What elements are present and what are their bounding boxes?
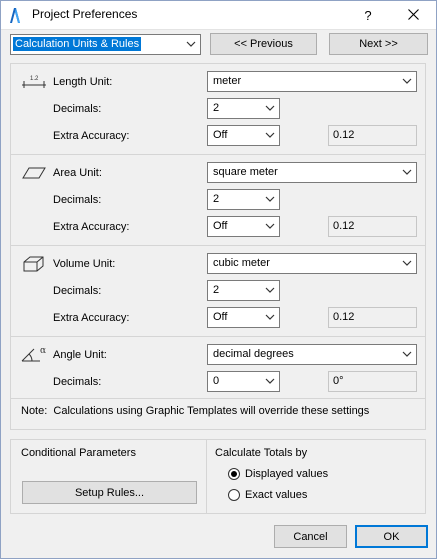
area-decimals-label: Decimals: bbox=[53, 194, 102, 206]
volume-accuracy-label: Extra Accuracy: bbox=[53, 312, 130, 324]
length-unit-icon: 1.2 bbox=[20, 73, 48, 89]
chevron-down-icon bbox=[265, 375, 275, 387]
volume-decimals-dropdown[interactable]: 2 bbox=[207, 280, 280, 301]
area-accuracy-label: Extra Accuracy: bbox=[53, 221, 130, 233]
close-icon bbox=[407, 8, 419, 23]
chevron-down-icon bbox=[402, 257, 412, 269]
chevron-down-icon bbox=[265, 284, 275, 296]
divider bbox=[11, 398, 425, 399]
chevron-down-icon bbox=[265, 311, 275, 323]
window-title: Project Preferences bbox=[32, 7, 138, 21]
area-unit-icon bbox=[22, 166, 46, 180]
angle-unit-icon: α bbox=[20, 344, 50, 364]
angle-decimals-dropdown[interactable]: 0 bbox=[207, 371, 280, 392]
svg-text:1.2: 1.2 bbox=[30, 76, 39, 82]
chevron-down-icon bbox=[402, 75, 412, 87]
previous-button[interactable]: << Previous bbox=[210, 33, 317, 55]
chevron-down-icon bbox=[402, 348, 412, 360]
note-text: Note: Calculations using Graphic Templat… bbox=[21, 405, 370, 417]
length-decimals-label: Decimals: bbox=[53, 103, 102, 115]
radio-exact-values[interactable]: Exact values bbox=[228, 488, 378, 504]
close-button[interactable] bbox=[390, 0, 436, 30]
help-button[interactable]: ? bbox=[345, 0, 391, 30]
category-dropdown[interactable]: Calculation Units & Rules bbox=[10, 34, 201, 55]
divider bbox=[11, 245, 425, 246]
length-accuracy-label: Extra Accuracy: bbox=[53, 130, 130, 142]
volume-accuracy-dropdown[interactable]: Off bbox=[207, 307, 280, 328]
setup-rules-button[interactable]: Setup Rules... bbox=[22, 481, 197, 504]
length-sample-field: 0.12 bbox=[328, 125, 417, 146]
radio-displayed-values[interactable]: Displayed values bbox=[228, 467, 378, 483]
next-button[interactable]: Next >> bbox=[329, 33, 428, 55]
radio-button[interactable] bbox=[228, 489, 240, 501]
volume-unit-dropdown[interactable]: cubic meter bbox=[207, 253, 417, 274]
length-unit-dropdown[interactable]: meter bbox=[207, 71, 417, 92]
area-sample-field: 0.12 bbox=[328, 216, 417, 237]
volume-unit-label: Volume Unit: bbox=[53, 258, 116, 270]
ok-button[interactable]: OK bbox=[355, 525, 428, 548]
volume-unit-icon bbox=[23, 255, 45, 273]
chevron-down-icon bbox=[265, 193, 275, 205]
cancel-button[interactable]: Cancel bbox=[274, 525, 347, 548]
area-accuracy-dropdown[interactable]: Off bbox=[207, 216, 280, 237]
volume-sample-field: 0.12 bbox=[328, 307, 417, 328]
area-unit-dropdown[interactable]: square meter bbox=[207, 162, 417, 183]
chevron-down-icon bbox=[265, 220, 275, 232]
chevron-down-icon bbox=[186, 38, 196, 50]
volume-decimals-label: Decimals: bbox=[53, 285, 102, 297]
angle-decimals-label: Decimals: bbox=[53, 376, 102, 388]
app-icon bbox=[8, 6, 22, 24]
svg-text:α: α bbox=[40, 346, 46, 356]
radio-button-selected[interactable] bbox=[228, 468, 240, 480]
chevron-down-icon bbox=[402, 166, 412, 178]
chevron-down-icon bbox=[265, 129, 275, 141]
divider bbox=[11, 336, 425, 337]
chevron-down-icon bbox=[265, 102, 275, 114]
conditional-title: Conditional Parameters bbox=[21, 447, 136, 459]
length-decimals-dropdown[interactable]: 2 bbox=[207, 98, 280, 119]
totals-title: Calculate Totals by bbox=[215, 447, 308, 459]
length-unit-label: Length Unit: bbox=[53, 76, 113, 88]
area-unit-label: Area Unit: bbox=[53, 167, 102, 179]
angle-unit-label: Angle Unit: bbox=[53, 349, 107, 361]
divider bbox=[11, 154, 425, 155]
angle-unit-dropdown[interactable]: decimal degrees bbox=[207, 344, 417, 365]
angle-sample-field: 0° bbox=[328, 371, 417, 392]
length-accuracy-dropdown[interactable]: Off bbox=[207, 125, 280, 146]
area-decimals-dropdown[interactable]: 2 bbox=[207, 189, 280, 210]
